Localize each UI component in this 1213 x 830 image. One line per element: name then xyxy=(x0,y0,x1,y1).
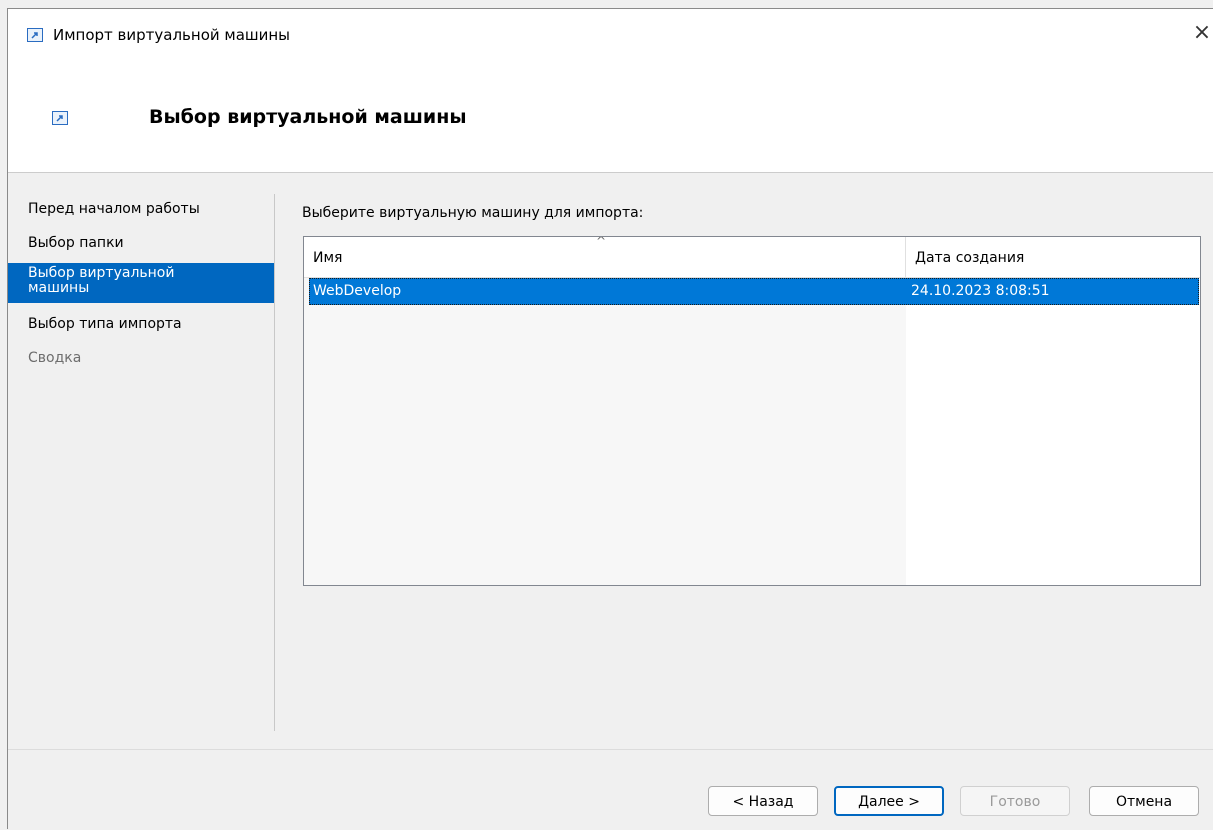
nav-item-summary: Сводка xyxy=(28,350,82,366)
page-title: Выбор виртуальной машины xyxy=(149,106,467,128)
finish-button: Готово xyxy=(960,786,1070,816)
vm-date-cell: 24.10.2023 8:08:51 xyxy=(911,283,1050,299)
wizard-header: Выбор виртуальной машины xyxy=(8,59,1213,173)
select-vm-prompt: Выберите виртуальную машину для импорта: xyxy=(302,205,644,221)
close-icon[interactable]: × xyxy=(1190,18,1213,48)
title-bar: Импорт виртуальной машины × xyxy=(8,9,1213,59)
import-vm-icon xyxy=(27,28,43,42)
table-row[interactable]: WebDevelop 24.10.2023 8:08:51 xyxy=(309,278,1199,305)
nav-item-label-line2: машины xyxy=(28,280,90,296)
window-title: Импорт виртуальной машины xyxy=(53,26,291,44)
vm-list[interactable]: ^ Имя Дата создания WebDevelop 24.10.202… xyxy=(303,236,1201,586)
sort-ascending-icon: ^ xyxy=(596,236,607,248)
vm-name-cell: WebDevelop xyxy=(313,283,402,299)
column-header-date[interactable]: Дата создания xyxy=(906,237,1200,278)
column-header-name-label: Имя xyxy=(313,250,343,266)
nav-item-before-you-begin[interactable]: Перед началом работы xyxy=(8,201,274,217)
wizard-footer: < Назад Далее > Готово Отмена xyxy=(8,749,1213,830)
import-vm-dialog: Импорт виртуальной машины × Выбор виртуа… xyxy=(7,8,1213,830)
back-button[interactable]: < Назад xyxy=(708,786,818,816)
nav-item-label-line1: Выбор виртуальной xyxy=(28,265,175,281)
column-header-name[interactable]: ^ Имя xyxy=(304,237,906,278)
import-vm-icon xyxy=(52,111,68,125)
nav-item-select-vm[interactable]: Выбор виртуальной машины xyxy=(8,263,274,303)
column-header-date-label: Дата создания xyxy=(915,250,1025,266)
cancel-button[interactable]: Отмена xyxy=(1089,786,1199,816)
next-button[interactable]: Далее > xyxy=(834,786,944,816)
nav-divider xyxy=(274,194,275,731)
nav-item-choose-folder[interactable]: Выбор папки xyxy=(8,235,274,251)
nav-item-import-type[interactable]: Выбор типа импорта xyxy=(8,316,274,332)
